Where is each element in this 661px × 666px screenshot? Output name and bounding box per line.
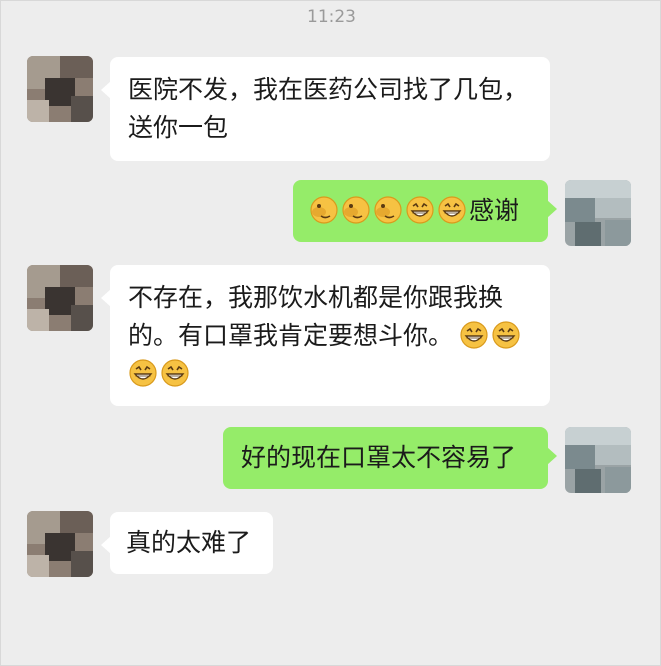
facepalm-emoji-icon: [341, 195, 371, 225]
message-bubble-incoming[interactable]: 真的太难了: [101, 512, 273, 574]
message-bubble-incoming[interactable]: 医院不发，我在医药公司找了几包，送你一包: [101, 57, 550, 161]
message-text: 不存在，我那饮水机都是你跟我换的。有口罩我肯定要想斗你。: [128, 283, 504, 350]
facepalm-emoji-icon: [309, 195, 339, 225]
my-avatar[interactable]: [565, 180, 631, 246]
message-bubble-outgoing[interactable]: 感谢: [293, 180, 557, 242]
message-text: 真的太难了: [126, 528, 252, 557]
my-avatar[interactable]: [565, 427, 631, 493]
grin-emoji-icon: [405, 195, 435, 225]
grin-emoji-icon: [459, 320, 489, 350]
grin-emoji-icon: [491, 320, 521, 350]
contact-avatar[interactable]: [27, 56, 93, 122]
message-bubble-outgoing[interactable]: 好的现在口罩太不容易了: [223, 427, 557, 489]
message-bubble-incoming[interactable]: 不存在，我那饮水机都是你跟我换的。有口罩我肯定要想斗你。: [101, 265, 550, 406]
facepalm-emoji-icon: [373, 195, 403, 225]
message-text: 医院不发，我在医药公司找了几包，送你一包: [128, 75, 529, 142]
grin-emoji-icon: [437, 195, 467, 225]
grin-emoji-icon: [128, 358, 158, 388]
message-text: 感谢: [469, 196, 520, 225]
grin-emoji-icon: [160, 358, 190, 388]
contact-avatar[interactable]: [27, 511, 93, 577]
chat-screen: 11:23 医院不发，我在医药公司找了几包，送你一包 感谢 不存在，我那饮水机都…: [0, 0, 661, 666]
message-text: 好的现在口罩太不容易了: [241, 443, 517, 472]
timestamp: 11:23: [307, 7, 356, 27]
contact-avatar[interactable]: [27, 265, 93, 331]
